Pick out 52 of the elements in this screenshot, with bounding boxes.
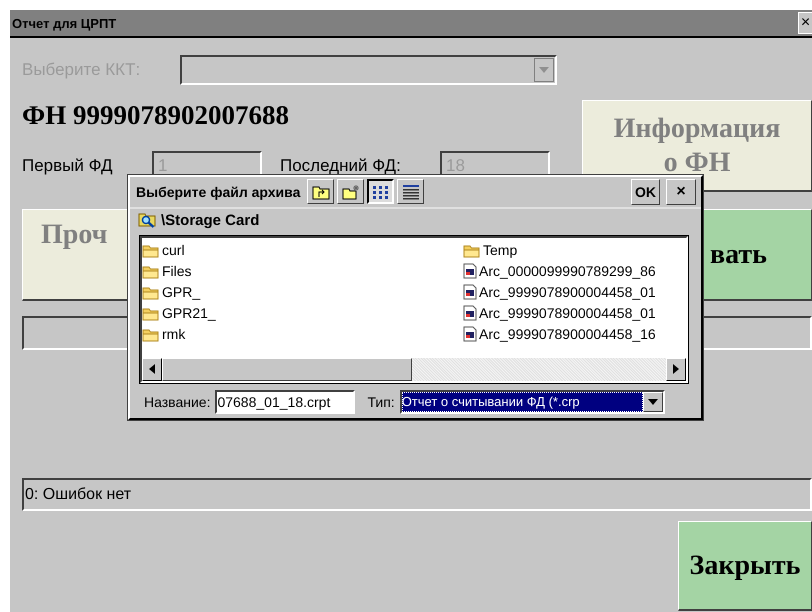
file-icon xyxy=(463,326,477,342)
folder-icon xyxy=(142,326,160,342)
first-fd-label: Первый ФД xyxy=(22,156,114,176)
file-list-item[interactable]: GPR21_ xyxy=(162,305,216,322)
file-list-item[interactable]: Arc_0000099990789299_86 xyxy=(479,263,656,280)
dialog-title: Выберите файл архива xyxy=(136,184,300,200)
folder-icon xyxy=(463,242,481,258)
horizontal-scrollbar[interactable] xyxy=(142,358,686,381)
name-label: Название: xyxy=(144,394,210,410)
file-icon xyxy=(463,263,477,280)
scroll-right-button[interactable] xyxy=(666,358,686,381)
list-view-icon xyxy=(372,184,390,200)
file-list-item[interactable]: Temp xyxy=(483,242,518,258)
file-list-item[interactable]: rmk xyxy=(162,326,186,342)
file-type-dropdown[interactable]: Отчет о считывании ФД (*.crp xyxy=(400,390,665,414)
kkt-dropdown[interactable] xyxy=(180,55,557,85)
file-list-item[interactable]: Files xyxy=(162,263,192,280)
close-button[interactable]: × xyxy=(666,178,696,205)
scrollbar-thumb[interactable] xyxy=(162,358,412,381)
file-name-field[interactable]: 07688_01_18.crpt xyxy=(215,390,356,414)
folder-path: \Storage Card xyxy=(161,212,260,229)
left-arrow-icon xyxy=(149,364,155,374)
file-list-item[interactable]: Arc_9999078900004458_16 xyxy=(479,326,656,342)
file-list-item[interactable]: Arc_9999078900004458_01 xyxy=(479,305,656,322)
scroll-left-button[interactable] xyxy=(142,358,162,381)
details-view-button[interactable] xyxy=(397,179,424,204)
right-arrow-icon xyxy=(673,364,679,374)
close-button[interactable]: × xyxy=(798,12,812,34)
type-label: Тип: xyxy=(367,394,395,410)
file-list-item[interactable]: Arc_9999078900004458_01 xyxy=(479,284,656,300)
new-folder-icon xyxy=(342,184,360,200)
file-type-value: Отчет о считывании ФД (*.crp xyxy=(402,392,643,412)
folder-icon xyxy=(142,284,160,300)
folder-icon xyxy=(142,306,160,321)
file-icon xyxy=(463,305,477,322)
details-view-icon xyxy=(402,184,420,200)
window-title: Отчет для ЦРПТ xyxy=(11,16,118,30)
fn-number: ФН 9999078902007688 xyxy=(22,100,290,132)
ok-button[interactable]: OK xyxy=(631,178,660,205)
new-folder-button[interactable] xyxy=(337,179,364,204)
folder-icon xyxy=(142,242,160,258)
folder-icon xyxy=(142,264,160,279)
folder-up-button[interactable] xyxy=(307,179,334,204)
file-list-item[interactable]: GPR_ xyxy=(162,284,200,300)
close-button[interactable]: Закрыть xyxy=(678,521,812,611)
folder-up-icon xyxy=(312,184,330,200)
status-field: 0: Ошибок нет xyxy=(22,478,812,511)
file-list-item[interactable]: curl xyxy=(162,242,185,258)
search-folder-icon xyxy=(138,212,156,228)
list-view-button[interactable] xyxy=(367,179,394,204)
file-icon xyxy=(463,284,477,300)
last-fd-label: Последний ФД: xyxy=(280,156,402,176)
